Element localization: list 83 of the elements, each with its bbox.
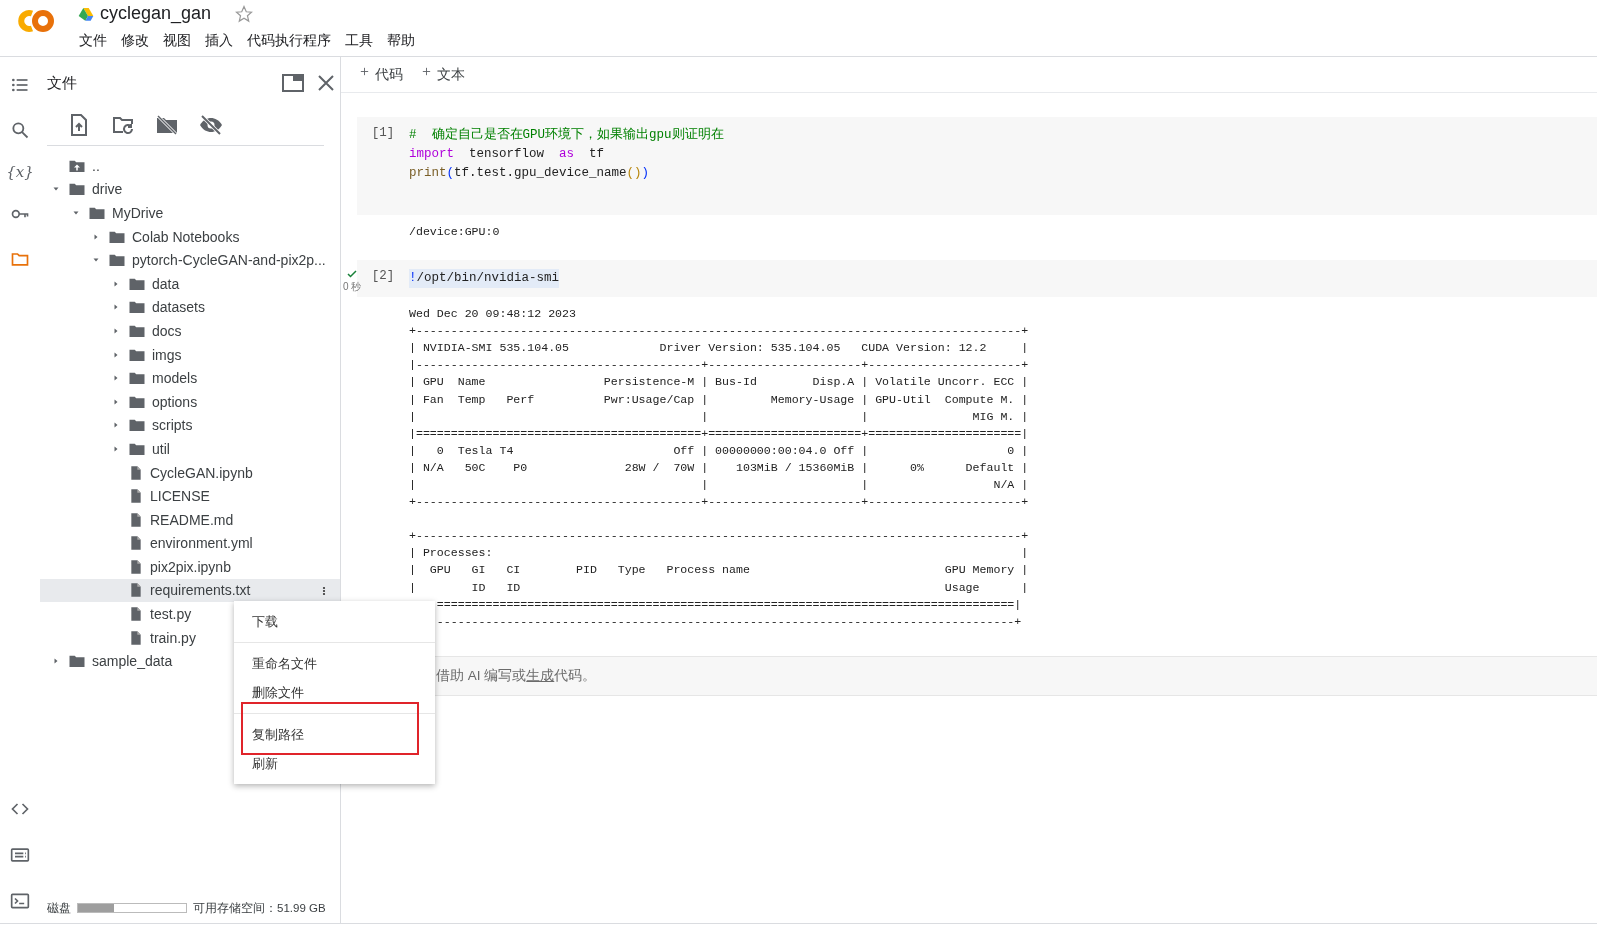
output-line: -----------------------------------------------------------------------------------+ [435,613,1023,630]
file-icon [128,463,144,482]
output-line: | | | MIG M. | [409,408,1030,425]
menu-item[interactable]: 视图 [156,30,198,52]
panel-title: 文件 [47,73,78,93]
tree-item[interactable]: .. [40,154,340,178]
tree-item[interactable]: MyDrive [40,201,340,225]
folder-crossed-icon[interactable] [155,113,179,137]
tree-item[interactable]: pix2pix.ipynb [40,555,340,579]
tree-item[interactable]: scripts [40,413,340,438]
tree-item[interactable]: LICENSE [40,484,340,508]
tree-item[interactable]: CycleGAN.ipynb [40,460,340,485]
file-icon [128,605,144,624]
plus-icon [421,65,432,77]
disk-label: 磁盘 [47,900,71,916]
menu-item[interactable]: 修改 [114,30,156,52]
generate-link[interactable]: 生成 [526,667,555,683]
tree-item[interactable]: util [40,437,340,461]
tree-item[interactable]: imgs [40,342,340,367]
menu-item[interactable]: 复制路径 [234,720,435,749]
ai-prompt-text: 借助 AI 编写或生成代码。 [436,666,597,685]
free-space-text: 可用存储空间：51.99 GB [193,900,326,916]
output-line: | ID ID Usage | [409,579,1030,596]
tree-item[interactable]: pytorch-CycleGAN-and-pix2p... [40,248,340,272]
drive-icon [78,5,94,22]
file-icon [128,557,144,576]
output-line: |=========================================+======================+======================| [409,425,1030,442]
tree-item[interactable]: datasets [40,295,340,320]
code-line: # 确定自己是否在GPU环境下，如果输出gpu则证明在 [409,128,724,142]
output-line: +---------------------------------------------------------------------------------------+ [409,323,1030,340]
notebook-title[interactable]: cyclegan_gan [100,3,212,24]
menu-item[interactable]: 下载 [234,607,435,636]
menu-item[interactable]: 刷新 [234,749,435,778]
tree-item[interactable]: models [40,366,340,390]
tree-item[interactable]: docs [40,319,340,343]
tree-item[interactable]: environment.yml [40,531,340,556]
tree-item[interactable]: requirements.txt [40,578,340,603]
terminal-icon[interactable] [10,891,30,911]
output-line: | | | N/A | [409,477,1030,494]
add-cell-button[interactable]: 代码 [357,63,405,86]
code-cell[interactable]: [1] # 确定自己是否在GPU环境下，如果输出gpu则证明在 import tensorflow as tf print(tf.test.gpu_device_name()) [357,117,1597,215]
code-line: import tensorflow as tf [409,147,605,161]
output-line: +---------------------------------------------------------------------------------------+ [409,528,1030,545]
plus-icon [359,65,370,77]
file-icon [128,581,144,600]
star-icon[interactable] [235,4,254,23]
file-icon [128,534,144,553]
output-line: |-----------------------------------------+----------------------+----------------------+ [409,357,1030,374]
output-line: | GPU GI CI PID Type Process name GPU Memory | [409,562,1030,579]
window-icon[interactable] [282,74,304,92]
search-icon[interactable] [10,120,30,140]
code-line: print(tf.test.gpu_device_name()) [409,166,650,180]
file-icon [128,510,144,529]
eye-crossed-icon[interactable] [199,113,223,137]
execution-count: [1] [370,126,396,142]
tree-item[interactable]: drive [40,177,340,202]
tree-item[interactable]: README.md [40,507,340,532]
output-line: | Fan Temp Perf Pwr:Usage/Cap | Memory-Usage | GPU-Util Compute M. | [409,391,1030,408]
menu-item[interactable]: 工具 [338,30,380,52]
command-palette-icon[interactable] [10,845,30,865]
output-line: | 0 Tesla T4 Off | 00000000:00:04.0 Off | 0 | [409,442,1030,459]
file-icon [128,487,144,506]
menu-item[interactable]: 插入 [198,30,240,52]
check-icon [346,268,359,281]
tree-item[interactable]: data [40,271,340,296]
output-line: Wed Dec 20 09:48:12 2023 [409,306,577,323]
output-line: | N/A 50C P0 28W / 70W | 103MiB / 15360MiB | 0% Default | [409,459,1030,476]
output-line: | NVIDIA-SMI 535.104.05 Driver Version: 535.104.05 CUDA Version: 12.2 | [409,340,1030,357]
add-cell-button[interactable]: 文本 [419,63,467,86]
menu-item[interactable]: 帮助 [380,30,422,52]
menu-item[interactable]: 代码执行程序 [240,30,338,52]
output-line: /device:GPU:0 [409,224,501,240]
file-icon [128,628,144,647]
output-line: | GPU Name Persistence-M | Bus-Id Disp.A | Volatile Uncorr. ECC | [409,374,1030,391]
tree-item[interactable]: options [40,389,340,414]
execution-count: [2] [370,269,396,286]
tree-item[interactable]: Colab Notebooks [40,224,340,249]
output-line: ===================================================================================| [435,596,1023,613]
close-icon[interactable] [318,75,334,91]
output-line: | Processes: | [409,545,1030,562]
menu-item[interactable]: 文件 [72,30,114,52]
variables-icon[interactable]: {x} [6,163,34,181]
output-line: +-----------------------------------------+----------------------+----------------------+ [409,494,1030,511]
